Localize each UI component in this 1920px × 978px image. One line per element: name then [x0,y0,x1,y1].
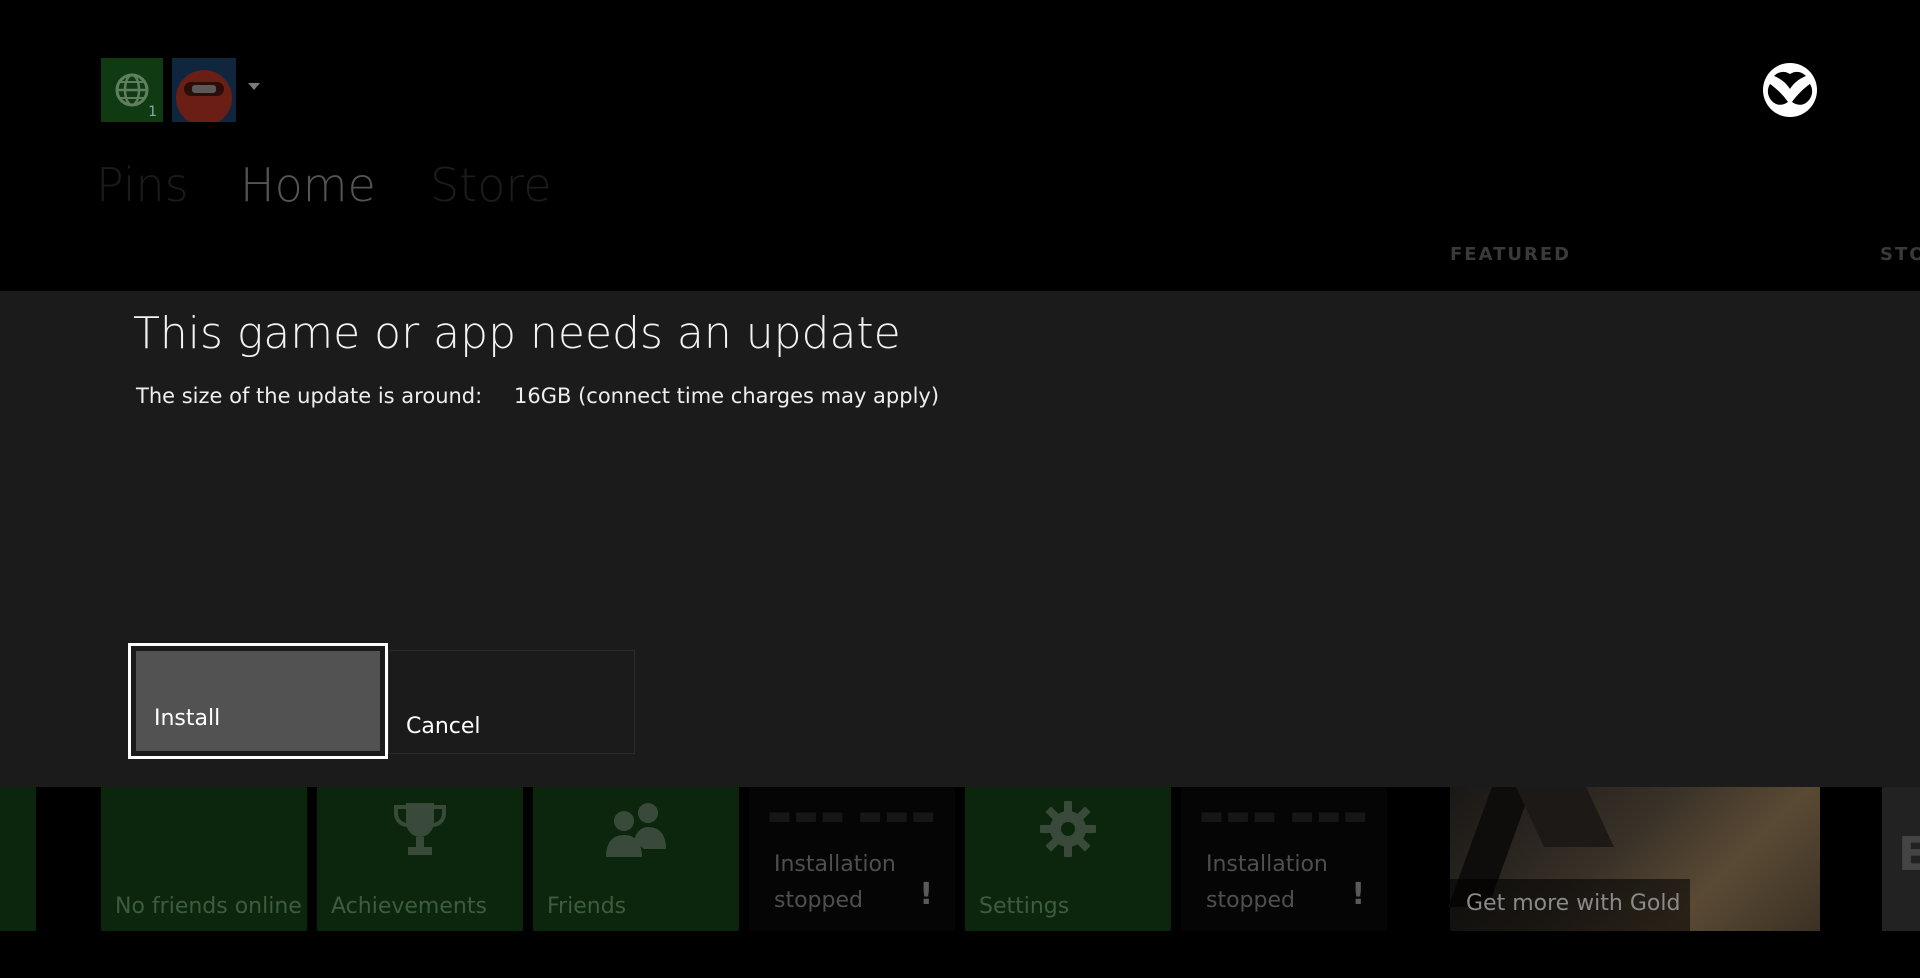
settings-label: Settings [979,894,1070,919]
tab-store[interactable]: Store [430,158,552,212]
friends-online-tile[interactable]: No friends online [101,787,307,931]
installation-status: Installation stopped [774,852,896,913]
friends-label: Friends [547,894,627,919]
exclamation-icon: ! [1351,877,1365,912]
game-tile-installation-stopped-1[interactable]: ▬▬▬ ▬▬▬ Installation stopped ! [749,787,955,931]
partial-tile-glyph: E [1898,827,1920,881]
achievements-tile[interactable]: Achievements [317,787,523,931]
tab-home[interactable]: Home [240,158,376,212]
notification-count-badge: 1 [148,104,157,120]
edge-tile[interactable] [0,787,36,931]
install-button[interactable]: Install [128,643,388,759]
gold-promo-tile[interactable]: Get more with Gold [1448,787,1820,931]
gear-icon [1040,801,1096,857]
account-dropdown-icon[interactable] [248,83,260,90]
friends-online-label: No friends online [115,894,302,919]
gold-promo-label: Get more with Gold [1466,891,1681,916]
game-tile-blurred-title: ▬▬▬ ▬▬▬ [1199,801,1370,831]
achievements-label: Achievements [331,894,487,919]
game-tile-installation-stopped-2[interactable]: ▬▬▬ ▬▬▬ Installation stopped ! [1181,787,1387,931]
exclamation-icon: ! [919,877,933,912]
globe-icon [115,73,149,107]
gold-label-bar: Get more with Gold [1450,879,1690,931]
install-button-label: Install [154,706,221,731]
network-status-tile[interactable]: 1 [101,58,163,122]
section-store: STO [1880,244,1920,265]
cancel-button[interactable]: Cancel [388,650,635,754]
installation-status: Installation stopped [1206,852,1328,913]
dialog-title: This game or app needs an update [133,308,901,359]
tab-pins[interactable]: Pins [96,158,189,212]
xbox-logo-icon [1762,62,1818,118]
settings-tile[interactable]: Settings [965,787,1171,931]
friends-tile[interactable]: Friends [533,787,739,931]
promo-art [1516,787,1614,847]
update-size-value: 16GB (connect time charges may apply) [514,384,940,408]
cancel-button-label: Cancel [406,714,481,739]
avatar-image [172,58,236,122]
partial-tile[interactable]: E [1882,787,1920,931]
trophy-icon [394,803,446,855]
update-size-label: The size of the update is around: [136,384,483,408]
gamerpic-avatar[interactable] [172,58,236,122]
game-tile-blurred-title: ▬▬▬ ▬▬▬ [767,801,938,831]
people-icon [606,803,666,857]
section-featured: FEATURED [1450,244,1572,265]
